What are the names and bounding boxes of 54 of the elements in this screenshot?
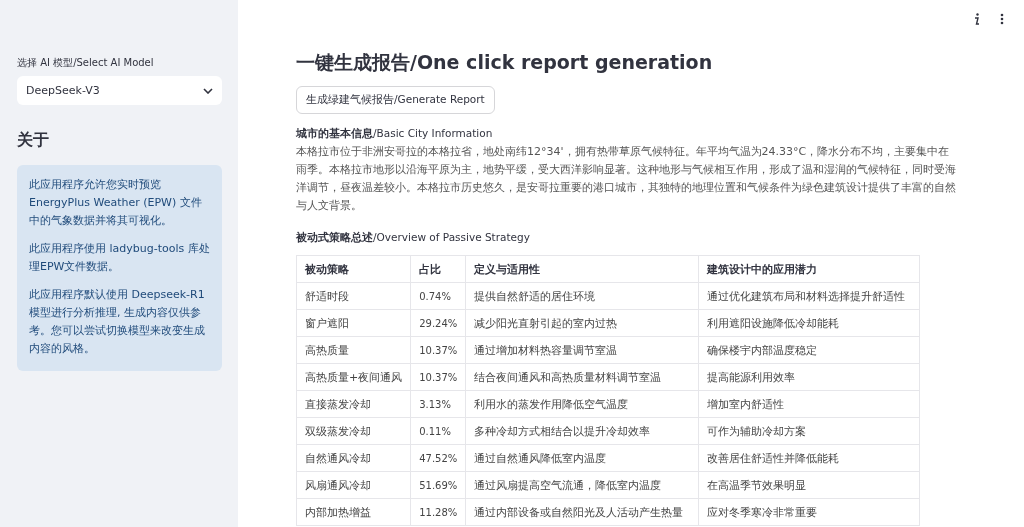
table-cell: 利用遮阳设施降低冷却能耗 — [698, 309, 920, 337]
table-cell: 风扇通风冷却 — [296, 471, 411, 499]
generate-report-button[interactable]: 生成绿建气候报告/Generate Report — [296, 86, 495, 114]
table-cell: 应对冬季寒冷非常重要 — [698, 498, 920, 526]
model-select[interactable]: DeepSeek-V3 — [17, 76, 222, 105]
table-cell: 高热质量+夜间通风 — [296, 363, 411, 391]
about-title: 关于 — [17, 130, 50, 151]
table-cell: 通过增加材料热容量调节室温 — [465, 336, 699, 364]
column-header: 被动策略 — [296, 255, 411, 283]
table-cell: 高热质量 — [296, 336, 411, 364]
info-text: 此应用程序允许您实时预览 EnergyPlus Weather (EPW) 文件中的气象数据并将其可视化。 — [29, 177, 203, 229]
column-header: 建筑设计中的应用潜力 — [698, 255, 920, 283]
table-cell: 自然通风冷却 — [296, 444, 411, 472]
table-cell: 改善居住舒适性并降低能耗 — [698, 444, 920, 472]
table-cell: 0.74% — [410, 282, 466, 310]
section-heading: 被动式策略总述/Overview of Passive Strategy — [296, 231, 531, 245]
table-cell: 提供自然舒适的居住环境 — [465, 282, 699, 310]
table-cell: 通过风扇提高空气流通，降低室内温度 — [465, 471, 699, 499]
table-cell: 舒适时段 — [296, 282, 411, 310]
column-header: 定义与适用性 — [465, 255, 699, 283]
table-cell: 确保楼宇内部温度稳定 — [698, 336, 920, 364]
table-cell: 在高温季节效果明显 — [698, 471, 920, 499]
table-cell: 内部加热增益 — [296, 498, 411, 526]
table-cell: 窗户遮阳 — [296, 309, 411, 337]
table-cell: 10.37% — [410, 336, 466, 364]
table-cell: 减少阳光直射引起的室内过热 — [465, 309, 699, 337]
column-header: 占比 — [410, 255, 466, 283]
table-cell: 通过内部设备或自然阳光及人活动产生热量 — [465, 498, 699, 526]
table-cell: 通过自然通风降低室内温度 — [465, 444, 699, 472]
table-cell: 47.52% — [410, 444, 466, 472]
info-icon[interactable] — [974, 13, 980, 25]
table-cell: 双级蒸发冷却 — [296, 417, 411, 445]
city-description: 本格拉市位于非洲安哥拉的本格拉省，地处南纬12°34'，拥有热带草原气候特征。年平均气温为24.33°C，降水分布不均，主要集中在雨季。本格拉市地形以沿海平原为主，地势平缓，受大西洋影响显著。这种地形与气候相互作用，形成了温和湿润的气候特征，同时受海洋调节，昼夜温差较小。本格拉市历史悠久，是安哥拉重要的港口城市，其独特的地理位置和气候条件为绿色建筑设计提供了丰富的自然与人文背景。 — [296, 144, 956, 214]
more-menu-icon[interactable] — [1000, 13, 1004, 25]
info-text: 此应用程序使用 ladybug-tools 库处理EPW文件数据。 — [29, 241, 210, 275]
table-cell: 增加室内舒适性 — [698, 390, 920, 418]
table-cell: 3.13% — [410, 390, 466, 418]
table-cell: 29.24% — [410, 309, 466, 337]
table-cell: 直接蒸发冷却 — [296, 390, 411, 418]
info-text: 此应用程序默认使用 Deepseek-R1模型进行分析推理, 生成内容仅供参考。您可以尝试切换模型来改变生成内容的风格。 — [29, 287, 206, 357]
select-label: 选择 AI 模型/Select AI Model — [17, 56, 155, 70]
table-cell: 利用水的蒸发作用降低空气温度 — [465, 390, 699, 418]
table-cell: 10.37% — [410, 363, 466, 391]
table-cell: 可作为辅助冷却方案 — [698, 417, 920, 445]
table-cell: 通过优化建筑布局和材料选择提升舒适性 — [698, 282, 920, 310]
table-cell: 结合夜间通风和高热质量材料调节室温 — [465, 363, 699, 391]
table-cell: 多种冷却方式相结合以提升冷却效率 — [465, 417, 699, 445]
table-cell: 提高能源利用效率 — [698, 363, 920, 391]
chevron-down-icon — [203, 87, 213, 94]
table-cell: 51.69% — [410, 471, 466, 499]
page-title: 一键生成报告/One click report generation — [296, 50, 714, 75]
section-heading: 城市的基本信息/Basic City Information — [296, 127, 494, 141]
table-cell: 0.11% — [410, 417, 466, 445]
table-cell: 11.28% — [410, 498, 466, 526]
